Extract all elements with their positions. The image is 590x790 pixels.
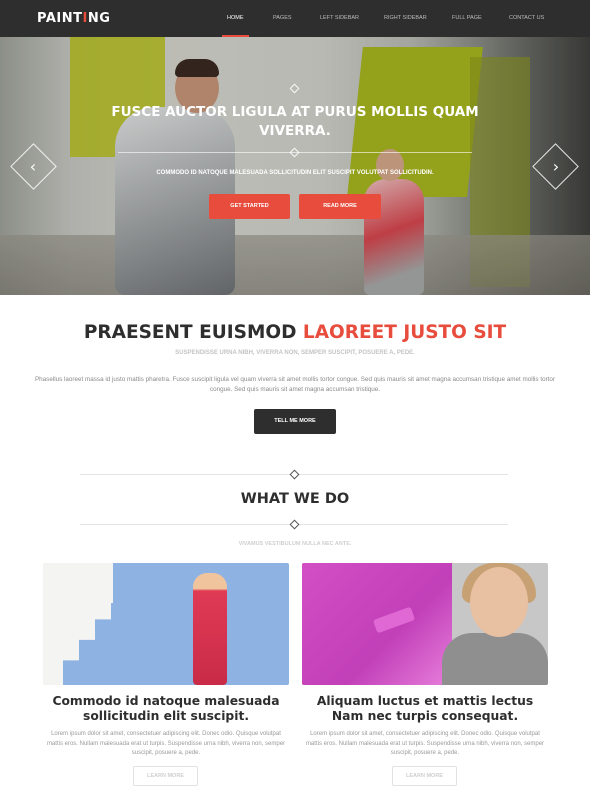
nav-home[interactable]: HOME — [222, 0, 248, 37]
diamond-top-icon — [289, 469, 300, 480]
service-title-2: Aliquam luctus et mattis lectus Nam nec … — [316, 694, 534, 723]
main-nav: HOME PAGES LEFT SIDEBAR RIGHT SIDEBAR FU… — [0, 0, 590, 37]
nav-left-sidebar[interactable]: LEFT SIDEBAR — [320, 0, 359, 37]
chevron-right-icon[interactable]: › — [536, 147, 576, 187]
nav-contact-us[interactable]: CONTACT US — [509, 0, 544, 37]
tell-me-more-button[interactable]: TELL ME MORE — [254, 409, 336, 434]
top-header: PAINTING HOME PAGES LEFT SIDEBAR RIGHT S… — [0, 0, 590, 37]
intro-subtitle: SUSPENDISSE URNA NIBH, VIVERRA NON, SEMP… — [175, 350, 415, 356]
hero-subtitle: COMMODO ID NATOQUE MALESUADA SOLLICITUDI… — [156, 170, 434, 176]
intro-paragraph: Phasellus laoreet massa id justo mattis … — [34, 376, 556, 393]
hero-slider: FUSCE AUCTOR LIGULA AT PURUS MOLLIS QUAM… — [0, 37, 590, 295]
get-started-button[interactable]: GET STARTED — [209, 194, 290, 219]
service-text-2: Lorem ipsum dolor sit amet, consectetuer… — [305, 731, 545, 756]
learn-more-button-1[interactable]: LEARN MORE — [133, 766, 198, 786]
service-image-blue-wall[interactable] — [43, 563, 289, 685]
nav-right-sidebar[interactable]: RIGHT SIDEBAR — [384, 0, 427, 37]
nav-pages[interactable]: PAGES — [273, 0, 292, 37]
service-image-pink-wall[interactable] — [302, 563, 548, 685]
intro-title: PRAESENT EUISMOD LAOREET JUSTO SIT — [83, 322, 507, 343]
service-text-1: Lorem ipsum dolor sit amet, consectetuer… — [46, 731, 286, 756]
nav-full-page[interactable]: FULL PAGE — [452, 0, 482, 37]
diamond-bottom-icon — [289, 519, 300, 530]
what-we-do-title: WHAT WE DO — [240, 491, 350, 507]
chevron-left-icon[interactable]: ‹ — [13, 147, 53, 187]
hero-title: FUSCE AUCTOR LIGULA AT PURUS MOLLIS QUAM… — [111, 104, 479, 139]
read-more-button[interactable]: READ MORE — [299, 194, 381, 219]
service-title-1: Commodo id natoque malesuada sollicitudi… — [52, 694, 280, 723]
what-we-do-subtitle: VIVAMUS VESTIBULUM NULLA NEC ANTE. — [238, 541, 352, 547]
learn-more-button-2[interactable]: LEARN MORE — [392, 766, 457, 786]
